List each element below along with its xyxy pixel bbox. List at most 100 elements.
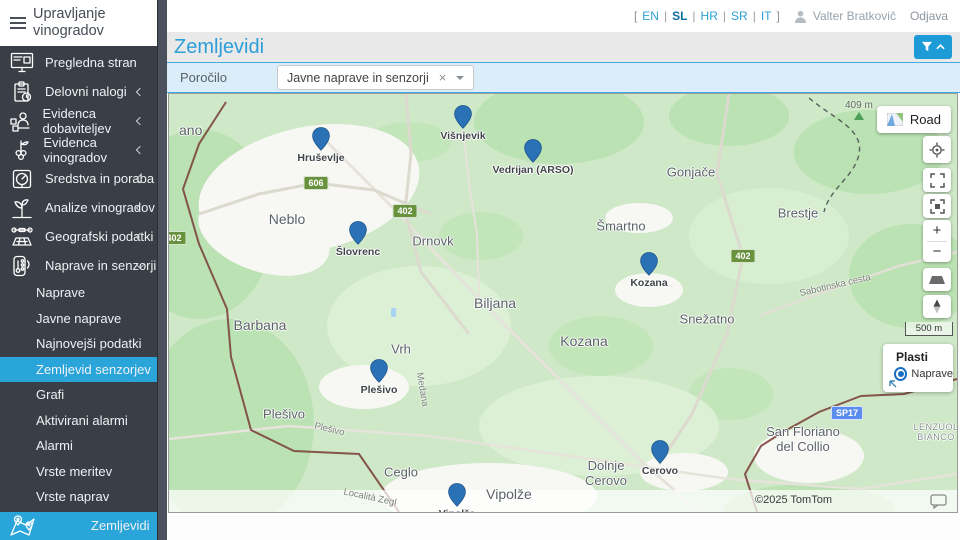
marker-label: Vipolže bbox=[439, 508, 476, 513]
dashboard-icon bbox=[8, 51, 36, 75]
road-shield-sp17: SP17 bbox=[831, 406, 863, 420]
sidebar-item-label: Zemljevid senzorjev bbox=[36, 362, 151, 377]
marker-label: Hruševlje bbox=[297, 152, 344, 164]
place-label-ceglo: Ceglo bbox=[384, 465, 418, 480]
sidebar-item-alarmi[interactable]: Alarmi bbox=[0, 433, 157, 459]
sidebar-item-evidenca-dobaviteljev[interactable]: Evidenca dobaviteljev bbox=[0, 106, 157, 135]
geolocate-icon bbox=[929, 142, 945, 158]
map-marker-kozana[interactable]: Kozana bbox=[640, 252, 658, 281]
sidebar-item-geografski-podatki[interactable]: Geografski podatki bbox=[0, 222, 157, 251]
sidebar: Upravljanje vinogradov Pregledna stran De… bbox=[0, 0, 157, 540]
map-marker-hrusevlje[interactable]: Hruševlje bbox=[312, 127, 330, 156]
language-separator: | bbox=[753, 9, 756, 23]
sidebar-item-vrste-meritev[interactable]: Vrste meritev bbox=[0, 459, 157, 485]
fit-bounds-icon bbox=[930, 199, 945, 214]
sidebar-item-naprave-in-senzorji[interactable]: Naprave in senzorji bbox=[0, 251, 157, 280]
place-label-ano: ano bbox=[179, 122, 202, 138]
zoom-out-button[interactable]: − bbox=[923, 242, 951, 263]
chevron-left-icon bbox=[136, 87, 144, 95]
sidebar-item-pregledna-stran[interactable]: Pregledna stran bbox=[0, 48, 157, 77]
place-label-snezatno: Snežatno bbox=[680, 312, 735, 327]
sidebar-item-zemljevid-senzorjev[interactable]: Zemljevid senzorjev bbox=[0, 357, 157, 383]
zoom-in-button[interactable]: + bbox=[923, 220, 951, 241]
place-label-drnovk: Drnovk bbox=[412, 234, 453, 249]
filter-bar: Poročilo Javne naprave in senzorji × bbox=[166, 62, 960, 93]
logout-link[interactable]: Odjava bbox=[910, 9, 948, 23]
sidebar-item-evidenca-vinogradov[interactable]: Evidenca vinogradov bbox=[0, 135, 157, 164]
layers-panel: Plasti Naprave bbox=[883, 344, 953, 392]
map-style-button[interactable]: Road bbox=[877, 106, 951, 133]
feedback-bubble-icon[interactable] bbox=[930, 494, 947, 509]
map-marker-vedrijan-arso[interactable]: Vedrijan (ARSO) bbox=[524, 139, 542, 168]
fit-bounds-button[interactable] bbox=[923, 194, 951, 218]
sidebar-item-sredstva-in-poraba[interactable]: Sredstva in poraba bbox=[0, 164, 157, 193]
place-label-biljana: Biljana bbox=[474, 295, 516, 311]
vineyards-icon bbox=[8, 138, 34, 162]
road-shield-402: 402 bbox=[730, 249, 755, 263]
sidebar-item-label: Pregledna stran bbox=[45, 55, 137, 70]
pin-icon bbox=[312, 127, 330, 151]
sidebar-item-najnovejsi-podatki[interactable]: Najnovejši podatki bbox=[0, 331, 157, 357]
sidebar-item-label: Delovni nalogi bbox=[45, 84, 127, 99]
user-info[interactable]: Valter Bratkovič bbox=[794, 9, 896, 23]
language-hr[interactable]: HR bbox=[701, 9, 718, 23]
map-marker-vipolze[interactable]: Vipolže bbox=[448, 483, 466, 512]
language-it[interactable]: IT bbox=[761, 9, 772, 23]
3d-buildings-button[interactable] bbox=[923, 268, 951, 291]
layer-option-naprave[interactable]: Naprave bbox=[894, 367, 953, 381]
filter-funnel-icon bbox=[921, 41, 933, 53]
map-canvas[interactable]: 409 m Road bbox=[168, 93, 958, 513]
layers-panel-title: Plasti bbox=[896, 350, 953, 364]
pin-icon bbox=[454, 105, 472, 129]
fullscreen-icon bbox=[930, 173, 945, 188]
sidebar-item-javne-naprave[interactable]: Javne naprave bbox=[0, 306, 157, 332]
language-sl[interactable]: SL bbox=[672, 9, 687, 23]
map-style-icon bbox=[887, 113, 903, 126]
sensors-icon bbox=[8, 254, 36, 278]
clear-selection-icon[interactable]: × bbox=[439, 71, 447, 84]
place-label-barbana: Barbana bbox=[234, 317, 287, 333]
language-sr[interactable]: SR bbox=[731, 9, 748, 23]
place-label-smartno: Šmartno bbox=[596, 219, 645, 234]
main-content: [EN|SL|HR|SR|IT] Valter Bratkovič Odjava… bbox=[166, 0, 960, 540]
sidebar-item-label: Najnovejši podatki bbox=[36, 336, 142, 351]
map-marker-plesivo[interactable]: Plešivo bbox=[370, 359, 388, 388]
attribution-bar: ©2025 TomTom bbox=[169, 490, 957, 512]
place-label-dolnje-cerovo: Dolnje Cerovo bbox=[585, 458, 627, 488]
language-en[interactable]: EN bbox=[642, 9, 659, 23]
compass-button[interactable] bbox=[923, 295, 951, 318]
place-label-san-floriano-del-collio: San Floriano del Collio bbox=[766, 424, 840, 454]
hamburger-menu-icon[interactable] bbox=[10, 14, 26, 32]
sidebar-item-vrste-naprav[interactable]: Vrste naprav bbox=[0, 484, 157, 510]
suppliers-icon bbox=[8, 109, 34, 133]
filter-toggle-button[interactable] bbox=[914, 35, 952, 59]
dropdown-caret-icon[interactable] bbox=[456, 76, 464, 80]
maps-icon bbox=[7, 513, 39, 539]
app-title: Upravljanje vinogradov bbox=[33, 6, 106, 39]
report-dropdown[interactable]: Javne naprave in senzorji × bbox=[277, 65, 474, 90]
pin-icon bbox=[640, 252, 658, 276]
sidebar-item-delovni-nalogi[interactable]: Delovni nalogi bbox=[0, 77, 157, 106]
geolocate-button[interactable] bbox=[923, 136, 951, 163]
sidebar-divider bbox=[157, 0, 167, 540]
place-label-gonjace: Gonjače bbox=[667, 165, 715, 180]
place-label-plesivo: Plešivo bbox=[263, 407, 305, 422]
sidebar-item-analize-vinogradov[interactable]: Analize vinogradov bbox=[0, 193, 157, 222]
place-label-brestje: Brestje bbox=[778, 206, 818, 221]
sidebar-item-grafi[interactable]: Grafi bbox=[0, 382, 157, 408]
sidebar-item-zemljevidi[interactable]: Zemljevidi bbox=[0, 512, 157, 540]
analysis-icon bbox=[8, 196, 36, 220]
sidebar-item-aktivirani-alarmi[interactable]: Aktivirani alarmi bbox=[0, 408, 157, 434]
user-name: Valter Bratkovič bbox=[813, 9, 896, 23]
collapse-arrow-icon[interactable] bbox=[888, 379, 898, 389]
road-shield-402: 402 bbox=[168, 231, 187, 245]
map-marker-visnjevik[interactable]: Višnjevik bbox=[454, 105, 472, 134]
sidebar-item-naprave[interactable]: Naprave bbox=[0, 280, 157, 306]
map-marker-slovrenc[interactable]: Šlovrenc bbox=[349, 221, 367, 250]
sidebar-item-label: Vrste meritev bbox=[36, 464, 112, 479]
fullscreen-button[interactable] bbox=[923, 168, 951, 192]
map-marker-cerovo[interactable]: Cerovo bbox=[651, 440, 669, 469]
language-switcher: [EN|SL|HR|SR|IT] bbox=[634, 9, 780, 23]
language-bracket-close: ] bbox=[776, 9, 779, 23]
user-icon bbox=[794, 10, 807, 23]
